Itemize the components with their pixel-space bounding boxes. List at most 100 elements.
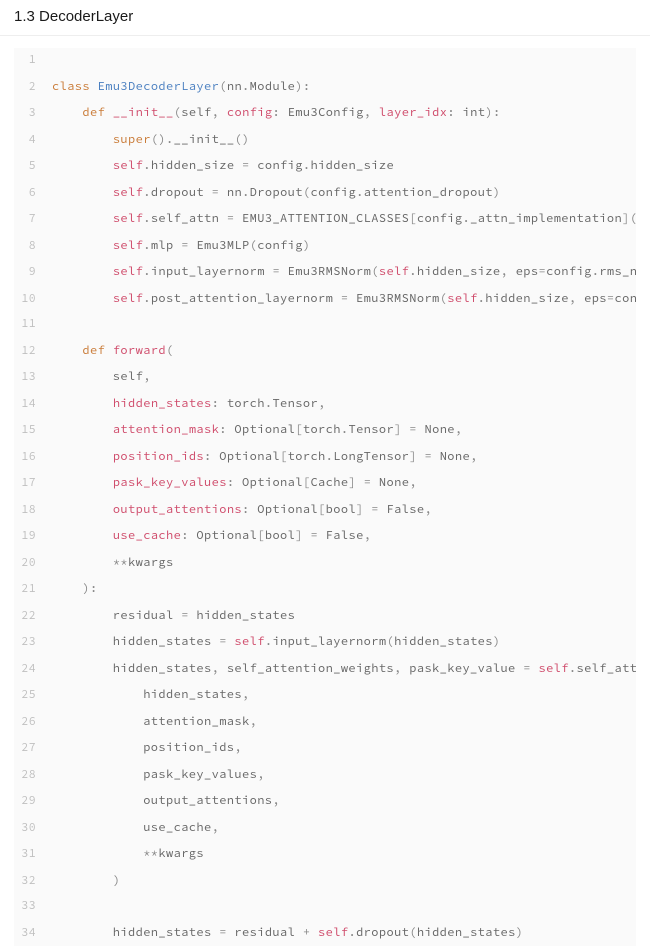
code-line: 4 super().__init__() [14,127,636,154]
code-content: ) [42,868,120,894]
line-number: 23 [14,630,42,656]
line-number: 32 [14,869,42,895]
code-content: hidden_states, [42,682,250,708]
code-line: 12 def forward( [14,338,636,365]
code-content: def forward( [42,338,174,364]
code-content: self.post_attention_layernorm = Emu3RMSN… [42,286,636,312]
line-number: 3 [14,101,42,127]
code-content: output_attentions: Optional[bool] = Fals… [42,497,432,523]
line-number: 21 [14,577,42,603]
code-line: 13 self, [14,364,636,391]
code-content: residual = hidden_states [42,603,295,629]
line-number: 10 [14,287,42,313]
line-number: 14 [14,392,42,418]
code-line: 5 self.hidden_size = config.hidden_size [14,153,636,180]
line-number: 34 [14,921,42,946]
code-content: attention_mask, [42,709,257,735]
code-line: 17 pask_key_values: Optional[Cache] = No… [14,470,636,497]
code-line: 2class Emu3DecoderLayer(nn.Module): [14,74,636,101]
code-content: pask_key_values, [42,762,265,788]
code-line: 9 self.input_layernorm = Emu3RMSNorm(sel… [14,259,636,286]
line-number: 2 [14,75,42,101]
code-line: 21 ): [14,576,636,603]
code-line: 32 ) [14,868,636,895]
line-number: 9 [14,260,42,286]
code-line: 25 hidden_states, [14,682,636,709]
code-content: output_attentions, [42,788,280,814]
code-line: 26 attention_mask, [14,709,636,736]
code-content: **kwargs [42,841,204,867]
code-line: 28 pask_key_values, [14,762,636,789]
code-line: 3 def __init__(self, config: Emu3Config,… [14,100,636,127]
line-number: 27 [14,736,42,762]
line-number: 30 [14,816,42,842]
code-line: 29 output_attentions, [14,788,636,815]
line-number: 6 [14,181,42,207]
code-line: 19 use_cache: Optional[bool] = False, [14,523,636,550]
code-line: 16 position_ids: Optional[torch.LongTens… [14,444,636,471]
line-number: 26 [14,710,42,736]
code-line: 1 [14,48,636,74]
line-number: 1 [14,48,42,74]
code-line: 20 **kwargs [14,550,636,577]
line-number: 25 [14,683,42,709]
line-number: 13 [14,365,42,391]
code-content: ): [42,576,98,602]
line-number: 17 [14,471,42,497]
code-line: 27 position_ids, [14,735,636,762]
code-content: self.dropout = nn.Dropout(config.attenti… [42,180,501,206]
code-content: class Emu3DecoderLayer(nn.Module): [42,74,310,100]
code-line: 33 [14,894,636,920]
code-content: use_cache, [42,815,219,841]
code-line: 22 residual = hidden_states [14,603,636,630]
code-line: 24 hidden_states, self_attention_weights… [14,656,636,683]
code-line: 18 output_attentions: Optional[bool] = F… [14,497,636,524]
code-content: self.self_attn = EMU3_ATTENTION_CLASSES[… [42,206,636,232]
line-number: 31 [14,842,42,868]
code-content: use_cache: Optional[bool] = False, [42,523,371,549]
code-content: pask_key_values: Optional[Cache] = None, [42,470,417,496]
line-number: 22 [14,604,42,630]
code-line: 31 **kwargs [14,841,636,868]
code-content: position_ids: Optional[torch.LongTensor]… [42,444,478,470]
code-content: hidden_states = self.input_layernorm(hid… [42,629,500,655]
code-content: self.input_layernorm = Emu3RMSNorm(self.… [42,259,636,285]
code-line: 30 use_cache, [14,815,636,842]
line-number: 29 [14,789,42,815]
line-number: 8 [14,234,42,260]
line-number: 28 [14,763,42,789]
code-content: hidden_states = residual + self.dropout(… [42,920,523,946]
code-content: hidden_states: torch.Tensor, [42,391,326,417]
code-content: super().__init__() [42,127,250,153]
section-heading: 1.3 DecoderLayer [0,8,650,36]
code-line: 15 attention_mask: Optional[torch.Tensor… [14,417,636,444]
code-line: 34 hidden_states = residual + self.dropo… [14,920,636,946]
line-number: 11 [14,312,42,338]
code-content: self, [42,364,151,390]
line-number: 15 [14,418,42,444]
code-line: 8 self.mlp = Emu3MLP(config) [14,233,636,260]
code-content: self.mlp = Emu3MLP(config) [42,233,310,259]
code-content: hidden_states, self_attention_weights, p… [42,656,636,682]
line-number: 4 [14,128,42,154]
code-block: 12class Emu3DecoderLayer(nn.Module):3 de… [14,48,636,946]
code-line: 14 hidden_states: torch.Tensor, [14,391,636,418]
line-number: 18 [14,498,42,524]
code-content: attention_mask: Optional[torch.Tensor] =… [42,417,463,443]
code-content: self.hidden_size = config.hidden_size [42,153,394,179]
code-line: 23 hidden_states = self.input_layernorm(… [14,629,636,656]
line-number: 12 [14,339,42,365]
code-line: 11 [14,312,636,338]
line-number: 33 [14,894,42,920]
code-content: position_ids, [42,735,242,761]
line-number: 16 [14,445,42,471]
code-line: 6 self.dropout = nn.Dropout(config.atten… [14,180,636,207]
line-number: 24 [14,657,42,683]
line-number: 5 [14,154,42,180]
code-line: 7 self.self_attn = EMU3_ATTENTION_CLASSE… [14,206,636,233]
line-number: 7 [14,207,42,233]
line-number: 20 [14,551,42,577]
code-content: def __init__(self, config: Emu3Config, l… [42,100,501,126]
line-number: 19 [14,524,42,550]
code-content: **kwargs [42,550,174,576]
